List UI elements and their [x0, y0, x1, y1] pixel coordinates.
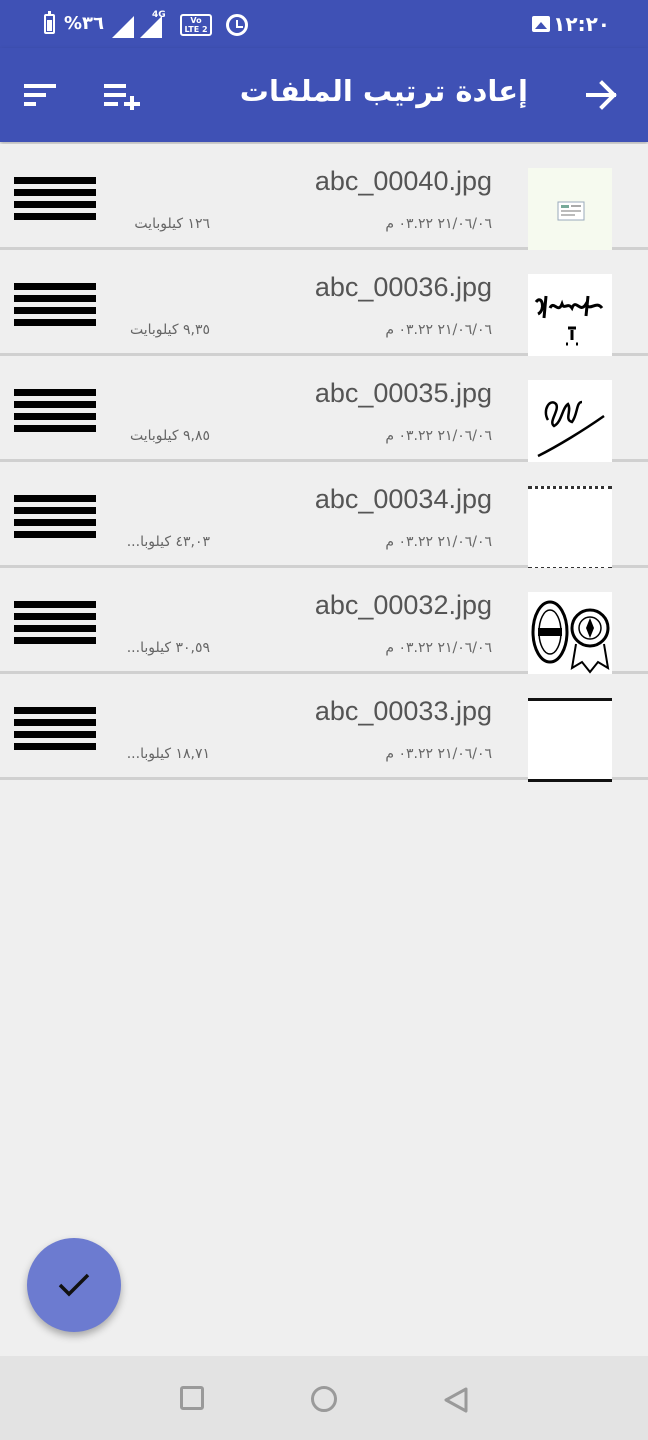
file-date: ٢١/٠٦/٠٦ ٠٣.٢٢ م	[385, 640, 492, 656]
file-date: ٢١/٠٦/٠٦ ٠٣.٢٢ م	[385, 216, 492, 232]
file-name: abc_00040.jpg	[314, 166, 492, 196]
file-name: abc_00036.jpg	[314, 272, 492, 302]
home-icon[interactable]	[311, 1386, 337, 1412]
battery-percent: %٣٦	[64, 13, 105, 34]
file-size: ٩,٣٥ كيلوبايت	[129, 322, 210, 338]
file-name: abc_00032.jpg	[314, 590, 492, 620]
drag-handle-icon[interactable]	[14, 495, 96, 545]
confirm-button[interactable]	[27, 1238, 121, 1332]
battery-icon	[44, 11, 55, 34]
file-row[interactable]: ٣٠,٥٩ كيلوبا... abc_00032.jpg ٢١/٠٦/٠٦ ٠…	[0, 568, 648, 676]
file-date: ٢١/٠٦/٠٦ ٠٣.٢٢ م	[385, 746, 492, 762]
file-thumbnail	[528, 486, 612, 570]
drag-handle-icon[interactable]	[14, 283, 96, 333]
file-row[interactable]: ١٨,٧١ كيلوبا... abc_00033.jpg ٢١/٠٦/٠٦ ٠…	[0, 674, 648, 782]
app-bar: إعادة ترتيب الملفات	[0, 48, 648, 142]
drag-handle-icon[interactable]	[14, 389, 96, 439]
file-thumbnail	[528, 380, 612, 464]
file-size: ١٨,٧١ كيلوبا...	[126, 746, 210, 762]
file-thumbnail	[528, 698, 612, 782]
file-row[interactable]: ٩,٨٥ كيلوبايت abc_00035.jpg ٢١/٠٦/٠٦ ٠٣.…	[0, 356, 648, 464]
file-date: ٢١/٠٦/٠٦ ٠٣.٢٢ م	[385, 534, 492, 550]
sort-icon	[24, 84, 56, 106]
add-to-list-icon	[104, 84, 140, 112]
check-icon	[58, 1273, 90, 1297]
file-date: ٢١/٠٦/٠٦ ٠٣.٢٢ م	[385, 428, 492, 444]
file-row[interactable]: ٩,٣٥ كيلوبايت abc_00036.jpg ٢١/٠٦/٠٦ ٠٣.…	[0, 250, 648, 358]
file-thumbnail	[528, 274, 612, 358]
back-arrow-icon	[586, 80, 617, 110]
image-notification-icon	[532, 16, 550, 32]
drag-handle-icon[interactable]	[14, 601, 96, 651]
drag-handle-icon[interactable]	[14, 707, 96, 757]
file-thumbnail	[528, 168, 612, 252]
recent-apps-icon[interactable]	[180, 1386, 204, 1410]
file-size: ٩,٨٥ كيلوبايت	[129, 428, 210, 444]
file-size: ٤٣,٠٣ كيلوبا...	[126, 534, 210, 550]
add-to-list-button[interactable]	[104, 80, 142, 112]
network-type: 4G	[152, 10, 166, 20]
navigation-bar	[0, 1356, 648, 1440]
file-list: ١٢٦ كيلوبايت abc_00040.jpg ٢١/٠٦/٠٦ ٠٣.٢…	[0, 144, 648, 782]
back-button[interactable]	[584, 78, 618, 112]
file-size: ١٢٦ كيلوبايت	[134, 216, 210, 232]
file-name: abc_00035.jpg	[314, 378, 492, 408]
sort-button[interactable]	[24, 82, 58, 108]
file-name: abc_00034.jpg	[314, 484, 492, 514]
alarm-icon	[226, 14, 248, 36]
file-name: abc_00033.jpg	[314, 696, 492, 726]
back-triangle-icon[interactable]	[442, 1386, 470, 1414]
drag-handle-icon[interactable]	[14, 177, 96, 227]
signal-icon	[112, 16, 134, 38]
volte-icon: Vo LTE 2	[180, 14, 212, 36]
file-size: ٣٠,٥٩ كيلوبا...	[126, 640, 210, 656]
file-row[interactable]: ٤٣,٠٣ كيلوبا... abc_00034.jpg ٢١/٠٦/٠٦ ٠…	[0, 462, 648, 570]
page-title: إعادة ترتيب الملفات	[239, 74, 528, 108]
file-date: ٢١/٠٦/٠٦ ٠٣.٢٢ م	[385, 322, 492, 338]
file-row[interactable]: ١٢٦ كيلوبايت abc_00040.jpg ٢١/٠٦/٠٦ ٠٣.٢…	[0, 144, 648, 252]
status-bar: %٣٦ 4G Vo LTE 2 ١٢:٢٠	[0, 0, 648, 48]
status-time: ١٢:٢٠	[553, 12, 610, 36]
file-thumbnail	[528, 592, 612, 676]
